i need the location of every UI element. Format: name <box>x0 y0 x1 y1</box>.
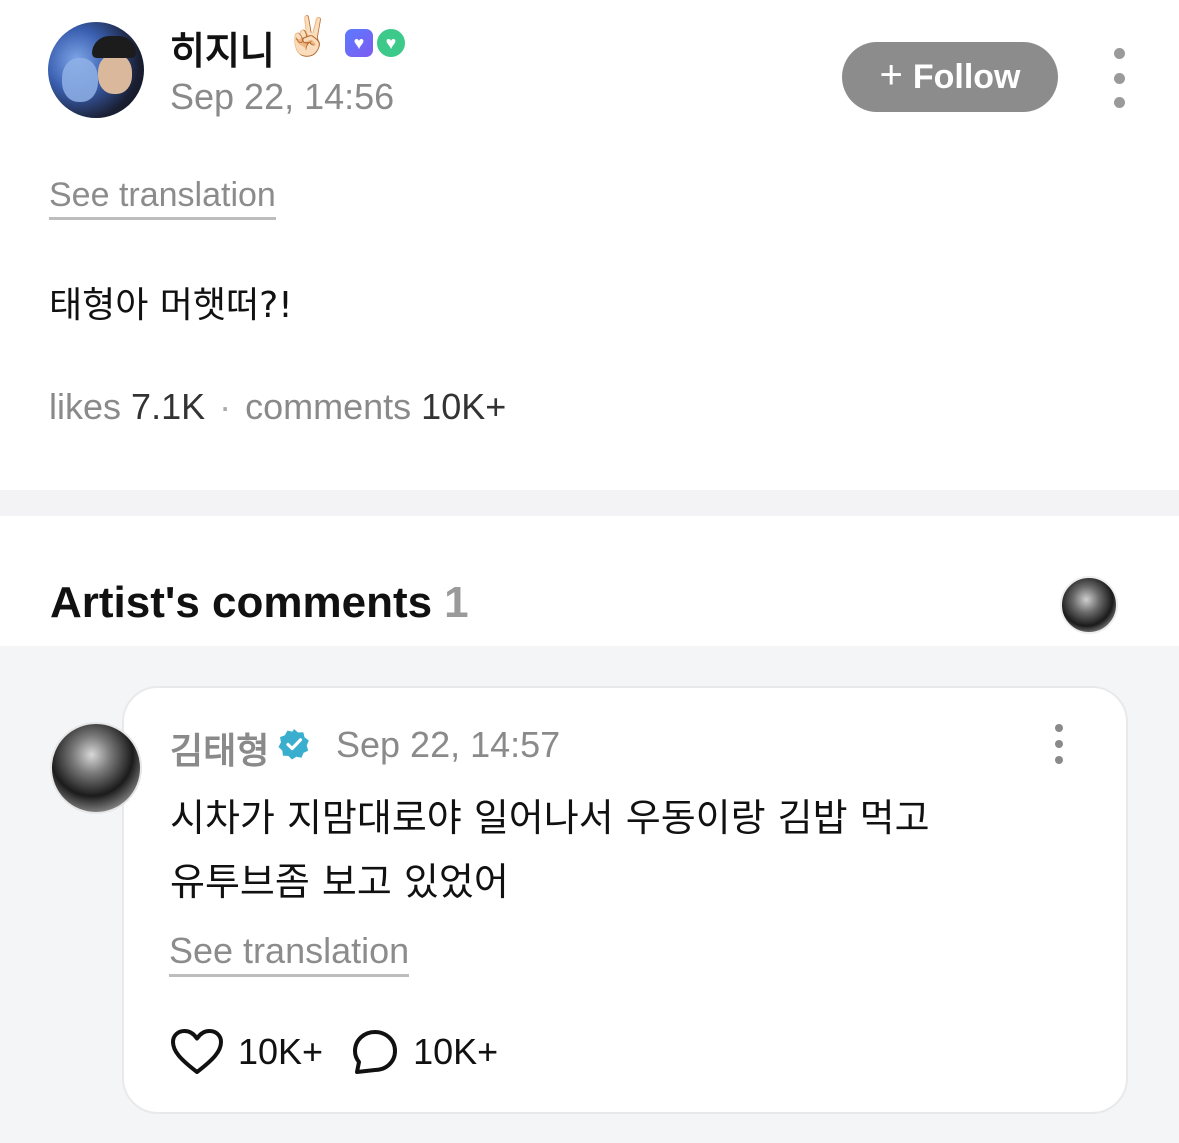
author-name[interactable]: 히지니 <box>170 20 275 75</box>
post-card: 히지니 ✌🏻 ♥ ♥ Sep 22, 14:56 + Follow See tr… <box>0 0 1179 490</box>
likes-label: likes <box>49 386 122 427</box>
comment-body-text: 시차가 지맘대로야 일어나서 우동이랑 김밥 먹고 유투브좀 보고 있었어 <box>170 786 1070 914</box>
commenter-name[interactable]: 김태형 <box>170 722 269 774</box>
comment-more-icon[interactable] <box>1048 724 1070 764</box>
see-translation-link[interactable]: See translation <box>49 176 276 220</box>
author-avatar[interactable] <box>48 22 144 118</box>
plus-icon: + <box>879 53 903 97</box>
avatar-figure-left <box>62 58 98 102</box>
comment-reply-count: 10K+ <box>413 1031 499 1072</box>
more-vertical-icon[interactable] <box>1102 48 1136 108</box>
artist-comments-title: Artist's comments 1 <box>50 578 469 627</box>
comment-reply-button[interactable]: 10K+ <box>351 1028 498 1076</box>
avatar-cap <box>92 36 136 58</box>
comment-timestamp: Sep 22, 14:57 <box>336 724 561 765</box>
heart-icon <box>171 1029 223 1074</box>
verified-badge-icon <box>278 729 309 760</box>
follow-label: Follow <box>912 57 1021 96</box>
post-timestamp: Sep 22, 14:56 <box>170 76 395 117</box>
comment-see-translation-link[interactable]: See translation <box>169 930 410 977</box>
comment-like-button[interactable]: 10K+ <box>170 1028 323 1076</box>
comments-label: comments <box>245 386 412 427</box>
peace-sign-icon: ✌🏻 <box>284 14 332 58</box>
artist-comments-header: Artist's comments 1 <box>0 516 1179 646</box>
artist-comments-count: 1 <box>444 578 469 627</box>
comment-actions: 10K+ 10K+ <box>170 1024 526 1080</box>
comment-line-1: 시차가 지맘대로야 일어나서 우동이랑 김밥 먹고 <box>170 796 930 840</box>
membership-heart-icon: ♥ <box>342 26 376 60</box>
post-body-text: 태형아 머햇떠?! <box>49 285 293 326</box>
membership-badges: ♥ ♥ <box>342 26 410 62</box>
comment-like-count: 10K+ <box>238 1031 324 1072</box>
comment-bubble-icon <box>353 1030 398 1074</box>
follow-button[interactable]: + Follow <box>842 42 1058 112</box>
artist-avatar-small[interactable] <box>1060 576 1118 634</box>
section-divider <box>0 490 1179 516</box>
post-stats: likes 7.1K · comments 10K+ <box>49 386 506 428</box>
stats-separator: · <box>219 386 232 427</box>
comment-line-2: 유투브좀 보고 있었어 <box>170 860 509 904</box>
commenter-avatar[interactable] <box>50 722 142 814</box>
avatar-figure-right <box>98 54 132 94</box>
comments-count: 10K+ <box>421 386 507 427</box>
fan-heart-icon: ♥ <box>374 26 408 60</box>
likes-count: 7.1K <box>131 386 206 427</box>
